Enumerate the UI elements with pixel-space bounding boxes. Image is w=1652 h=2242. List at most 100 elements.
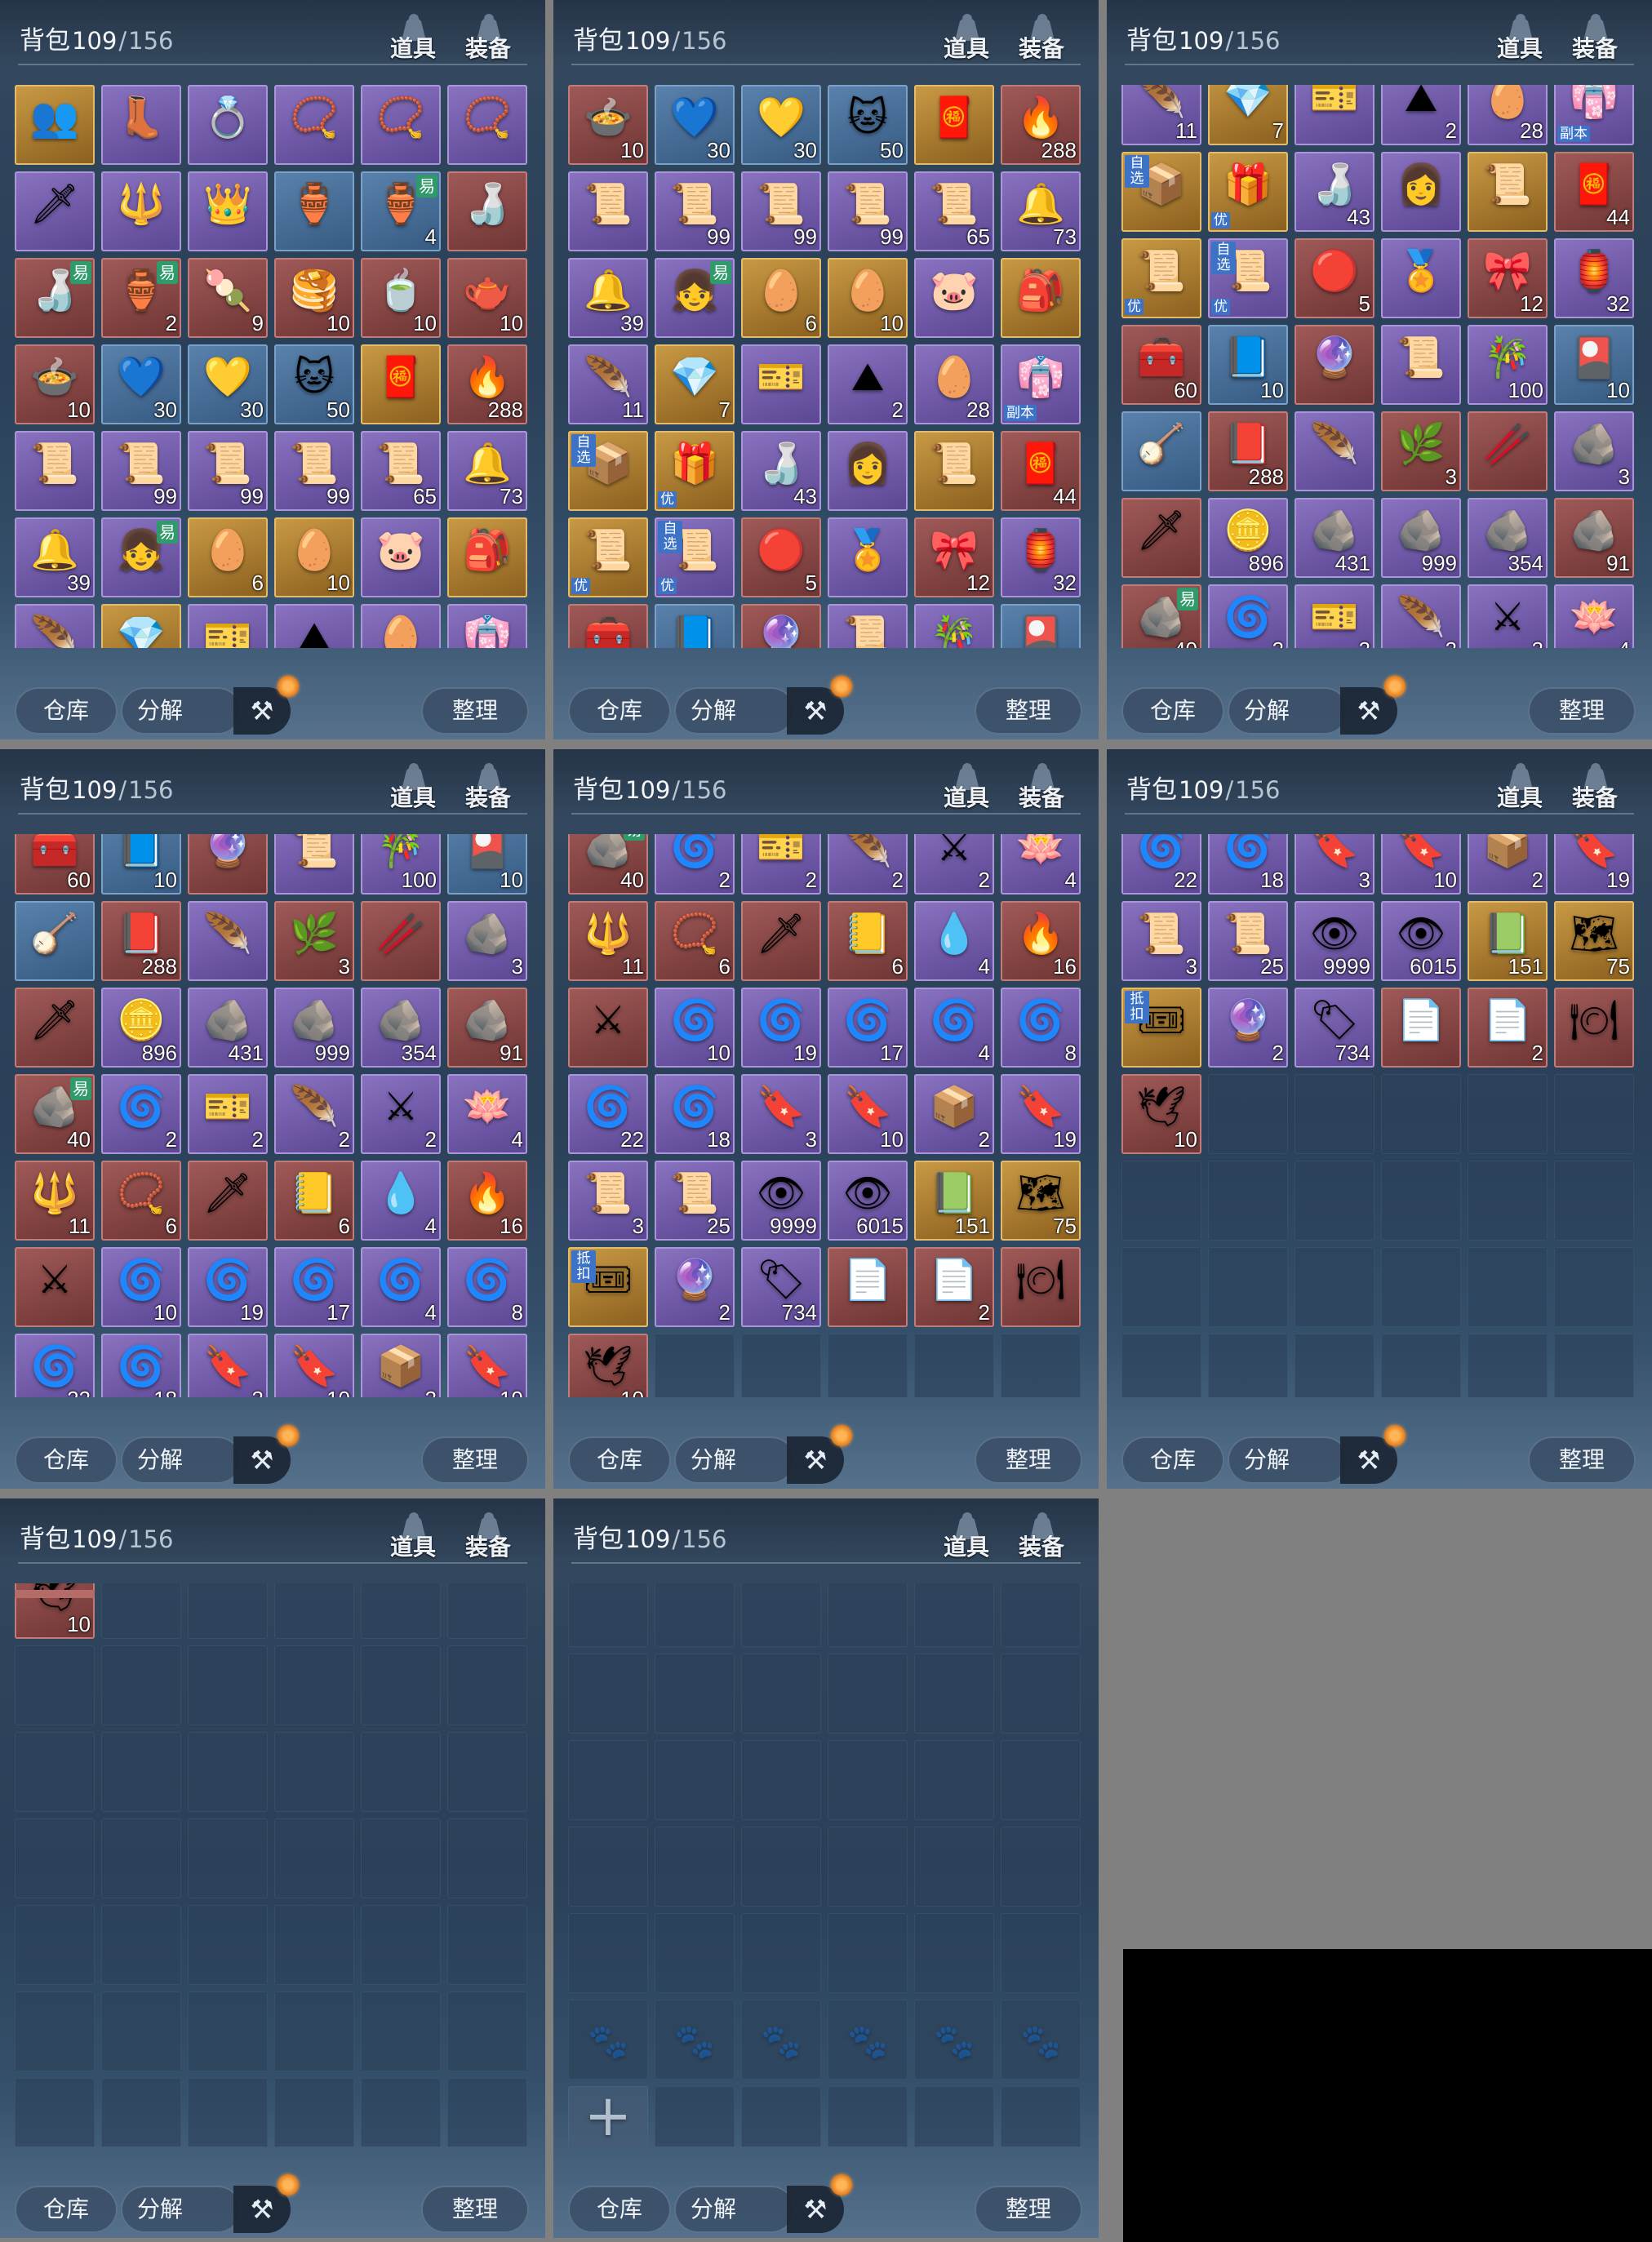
empty-slot[interactable] — [274, 1991, 354, 2071]
item-slot[interactable]: 🌀2 — [1208, 584, 1288, 648]
tab-equipment[interactable]: 装备 — [1565, 759, 1624, 813]
empty-slot[interactable] — [1001, 1827, 1081, 1907]
item-slot[interactable]: 💎7 — [1208, 85, 1288, 145]
empty-slot[interactable] — [741, 1583, 821, 1647]
item-slot[interactable]: 👢 — [101, 85, 181, 165]
warehouse-button[interactable]: 仓库 — [1121, 1436, 1224, 1484]
item-slot[interactable]: 🌀22 — [1121, 834, 1201, 895]
empty-slot[interactable] — [361, 1991, 441, 2071]
empty-slot[interactable] — [655, 1740, 735, 1820]
item-slot[interactable]: 💙 30 — [655, 85, 735, 165]
empty-slot[interactable] — [568, 1583, 648, 1647]
tab-equipment[interactable]: 装备 — [1012, 1508, 1071, 1562]
item-slot[interactable]: 🌀 4 — [361, 1247, 441, 1327]
item-slot[interactable]: 🥢 — [1468, 411, 1548, 491]
item-slot[interactable]: 🌀2 — [101, 1074, 181, 1154]
decompose-button[interactable]: 分解 — [1228, 687, 1348, 735]
item-slot[interactable]: 🏺 — [274, 171, 354, 251]
tab-equipment[interactable]: 装备 — [459, 759, 517, 813]
item-slot[interactable]: 📗 151 — [1468, 901, 1548, 981]
item-slot[interactable]: 🔖10 — [274, 1334, 354, 1397]
item-slot[interactable]: 🌀22 — [15, 1334, 95, 1397]
item-slot[interactable]: 🪷4 — [1554, 584, 1634, 648]
sort-button[interactable]: 整理 — [421, 1436, 529, 1484]
empty-slot[interactable] — [361, 1818, 441, 1898]
item-slot[interactable]: 🎋100 — [914, 604, 994, 648]
item-slot[interactable]: 🏮 32 — [1001, 517, 1081, 597]
item-slot[interactable]: 📕 288 — [101, 901, 181, 981]
item-slot[interactable]: 🎋100 — [1468, 325, 1548, 405]
empty-slot[interactable] — [15, 1818, 95, 1898]
item-slot[interactable]: 🏷 734 — [741, 1247, 821, 1327]
item-slot[interactable]: 🧰60 — [1121, 325, 1201, 405]
empty-slot[interactable] — [447, 1818, 527, 1898]
item-slot[interactable]: 🥚 10 — [274, 517, 354, 597]
empty-slot[interactable] — [101, 2078, 181, 2147]
item-slot[interactable]: ⛰2 — [274, 604, 354, 648]
empty-slot[interactable] — [655, 1827, 735, 1907]
pet-slot[interactable]: 🐾 — [655, 2000, 735, 2080]
item-slot[interactable]: 🧧 44 — [1554, 152, 1634, 232]
item-slot[interactable]: 🌀 17 — [274, 1247, 354, 1327]
item-slot[interactable]: 👥 — [15, 85, 95, 165]
empty-slot[interactable] — [741, 1827, 821, 1907]
item-slot[interactable]: 🥚28 — [361, 604, 441, 648]
decompose-button[interactable]: 分解 — [1228, 1436, 1348, 1484]
item-slot[interactable]: 🏮 32 — [1554, 238, 1634, 318]
item-slot[interactable]: 📜 — [828, 604, 908, 648]
empty-slot[interactable] — [447, 1645, 527, 1725]
item-slot[interactable]: 🏺 2 易 — [101, 258, 181, 338]
item-slot[interactable]: 🪶11 — [1121, 85, 1201, 145]
item-slot[interactable]: 🌀 19 — [188, 1247, 268, 1327]
item-slot[interactable]: 🪨 91 — [447, 988, 527, 1068]
item-slot[interactable]: 🔱 11 — [568, 901, 648, 981]
item-slot[interactable]: ⚔ — [15, 1247, 95, 1327]
empty-slot[interactable] — [361, 1583, 441, 1639]
empty-slot[interactable] — [655, 1913, 735, 1993]
empty-slot[interactable] — [1001, 1913, 1081, 1993]
empty-slot[interactable] — [568, 1827, 648, 1907]
item-slot[interactable]: 🪨 3 — [447, 901, 527, 981]
empty-slot[interactable] — [914, 1583, 994, 1647]
item-slot[interactable]: 📒 6 — [274, 1161, 354, 1241]
item-slot[interactable]: 🗡 — [741, 901, 821, 981]
item-slot[interactable]: 📕 288 — [1208, 411, 1288, 491]
empty-slot[interactable] — [1554, 1074, 1634, 1154]
item-slot[interactable]: 🪶 — [1295, 411, 1374, 491]
item-slot[interactable]: 👁 6015 — [828, 1161, 908, 1241]
tab-items[interactable]: 道具 — [384, 10, 442, 64]
item-slot[interactable]: 👘副本 — [447, 604, 527, 648]
item-slot[interactable]: 🔱 — [101, 171, 181, 251]
empty-slot[interactable] — [741, 2086, 821, 2147]
item-slot[interactable]: 📄 2 — [914, 1247, 994, 1327]
item-slot[interactable]: 📜 3 — [568, 1161, 648, 1241]
item-slot[interactable]: 👁 6015 — [1381, 901, 1461, 981]
empty-slot[interactable] — [1208, 1074, 1288, 1154]
item-slot[interactable]: 🔮 — [741, 604, 821, 648]
item-slot[interactable]: 🥚 6 — [188, 517, 268, 597]
item-slot[interactable]: 🔥 288 — [447, 344, 527, 424]
item-slot[interactable]: 🎫2 — [188, 1074, 268, 1154]
item-slot[interactable]: 📜 99 — [655, 171, 735, 251]
item-slot[interactable]: 🔖19 — [1554, 834, 1634, 895]
item-slot[interactable]: 🐷 — [361, 517, 441, 597]
item-slot[interactable]: 📦 自选 — [568, 431, 648, 511]
item-slot[interactable]: 🍽 — [1001, 1247, 1081, 1327]
expand-slot-button[interactable]: + — [568, 2086, 648, 2147]
tab-items[interactable]: 道具 — [1490, 759, 1549, 813]
item-slot[interactable]: 🪶 — [188, 901, 268, 981]
item-slot[interactable]: 📜 — [15, 431, 95, 511]
item-slot[interactable]: 🏺 4 易 — [361, 171, 441, 251]
empty-slot[interactable] — [1208, 1247, 1288, 1327]
empty-slot[interactable] — [1121, 1247, 1201, 1327]
warehouse-button[interactable]: 仓库 — [15, 2186, 118, 2233]
item-slot[interactable]: 🔖3 — [741, 1074, 821, 1154]
warehouse-button[interactable]: 仓库 — [568, 2186, 671, 2233]
item-slot[interactable]: 🌀 4 — [914, 988, 994, 1068]
item-slot[interactable]: 🔖3 — [1295, 834, 1374, 895]
item-slot[interactable]: 📜 优 — [568, 517, 648, 597]
item-slot[interactable]: ⚔2 — [1468, 584, 1548, 648]
empty-slot[interactable] — [361, 1645, 441, 1725]
empty-slot[interactable] — [1468, 1247, 1548, 1327]
empty-slot[interactable] — [1001, 1740, 1081, 1820]
